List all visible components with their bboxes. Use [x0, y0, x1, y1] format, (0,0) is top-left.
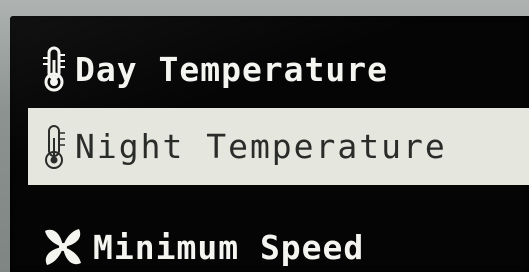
- lcd-screen: Day Temperature Night Temperature Minimu…: [10, 16, 529, 272]
- fan-icon: [45, 229, 81, 265]
- menu-item-label: Minimum Speed: [93, 227, 365, 267]
- thermometer-icon: [45, 124, 65, 169]
- thermometer-icon: [43, 46, 65, 92]
- menu-item-night-temperature[interactable]: Night Temperature: [28, 108, 529, 185]
- menu-item-label: Night Temperature: [75, 127, 447, 166]
- menu-item-label: Day Temperature: [75, 49, 389, 89]
- menu-item-minimum-speed[interactable]: Minimum Speed: [10, 214, 529, 272]
- menu-item-day-temperature[interactable]: Day Temperature: [10, 36, 529, 102]
